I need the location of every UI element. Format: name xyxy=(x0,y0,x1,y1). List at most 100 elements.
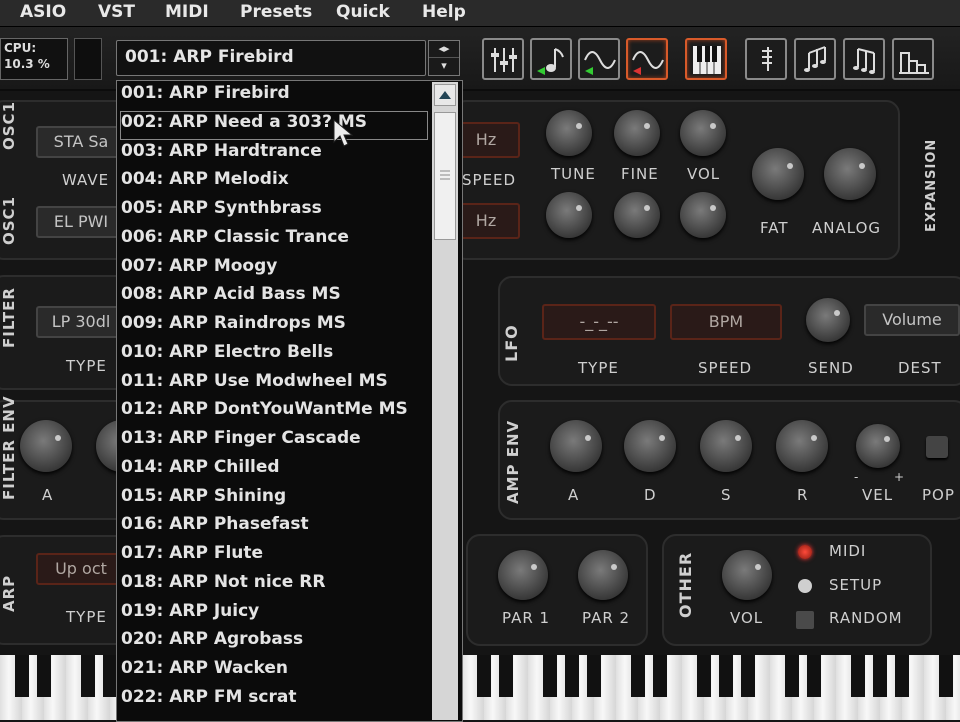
amp-r-knob[interactable] xyxy=(776,420,828,472)
expansion-tag: EXPANSION xyxy=(924,138,939,232)
par2-knob[interactable] xyxy=(578,550,628,600)
amp-d-knob[interactable] xyxy=(624,420,676,472)
filter-env-a-knob[interactable] xyxy=(20,420,72,472)
keyboard-button[interactable] xyxy=(685,38,727,80)
black-key[interactable] xyxy=(81,655,95,697)
preset-list-item[interactable]: 020: ARP Agrobass xyxy=(121,629,427,656)
fat-knob[interactable] xyxy=(752,148,804,200)
arp-pattern-3-button[interactable] xyxy=(843,38,885,80)
black-key[interactable] xyxy=(873,655,887,697)
preset-list-item[interactable]: 004: ARP Melodix xyxy=(121,169,427,196)
mixer-button[interactable] xyxy=(482,38,524,80)
setup-button[interactable]: SETUP xyxy=(829,576,882,594)
preset-list-item[interactable]: 003: ARP Hardtrance xyxy=(121,141,427,168)
analog-knob[interactable] xyxy=(824,148,876,200)
preset-dropdown-list[interactable]: 001: ARP Firebird 002: ARP Need a 303? MS… xyxy=(116,80,463,722)
preset-list-item[interactable]: 018: ARP Not nice RR xyxy=(121,572,427,599)
black-key[interactable] xyxy=(631,655,645,697)
par1-knob[interactable] xyxy=(498,550,548,600)
lfo-send-knob[interactable] xyxy=(806,298,850,342)
lfo-speed-display[interactable]: BPM xyxy=(670,304,782,340)
osc1-vol-knob[interactable] xyxy=(680,110,726,156)
preset-list-item[interactable]: 021: ARP Wacken xyxy=(121,658,427,685)
black-key[interactable] xyxy=(477,655,491,697)
preset-list-item[interactable]: 006: ARP Classic Trance xyxy=(121,227,427,254)
preset-list-item[interactable]: 022: ARP FM scrat xyxy=(121,687,427,714)
black-key[interactable] xyxy=(499,655,513,697)
osc1-wave-display[interactable]: STA Sa xyxy=(36,126,126,158)
osc2-wave-display[interactable]: EL PWI xyxy=(36,206,126,238)
black-key[interactable] xyxy=(697,655,711,697)
scroll-thumb[interactable] xyxy=(434,112,456,240)
black-key[interactable] xyxy=(719,655,733,697)
preset-list-item[interactable]: 016: ARP Phasefast xyxy=(121,514,427,541)
menu-help[interactable]: Help xyxy=(422,2,466,22)
preset-next-button[interactable]: ▾ xyxy=(429,58,459,74)
osc2-vol-knob[interactable] xyxy=(680,192,726,238)
notes-3-icon xyxy=(853,48,875,74)
preset-list-item[interactable]: 015: ARP Shining xyxy=(121,486,427,513)
black-key[interactable] xyxy=(741,655,755,697)
preset-list-item[interactable]: 002: ARP Need a 303? MS xyxy=(120,111,428,140)
menu-quick[interactable]: Quick xyxy=(336,2,390,22)
black-key[interactable] xyxy=(543,655,557,697)
preset-list-item[interactable]: 001: ARP Firebird xyxy=(121,83,427,110)
preset-list-item[interactable]: 008: ARP Acid Bass MS xyxy=(121,284,427,311)
osc1-tune-knob[interactable] xyxy=(546,110,592,156)
arp-type-label: TYPE xyxy=(66,608,107,626)
sine-wave-red-button[interactable] xyxy=(626,38,668,80)
menu-presets[interactable]: Presets xyxy=(240,2,312,22)
random-button[interactable]: RANDOM xyxy=(829,609,903,627)
amp-a-knob[interactable] xyxy=(550,420,602,472)
preset-list-item[interactable]: 010: ARP Electro Bells xyxy=(121,342,427,369)
amp-vel-knob[interactable] xyxy=(856,424,900,468)
osc1-fine-knob[interactable] xyxy=(614,110,660,156)
menu-vst[interactable]: VST xyxy=(98,2,135,22)
scroll-up-button[interactable] xyxy=(434,84,456,106)
preset-list-item[interactable]: 011: ARP Use Modwheel MS xyxy=(121,371,427,398)
arp-type-display[interactable]: Up oct xyxy=(36,553,126,585)
midi-button[interactable]: MIDI xyxy=(829,542,866,560)
arp-pattern-1-button[interactable] xyxy=(745,38,787,80)
other-vol-knob[interactable] xyxy=(722,550,772,600)
filter-type-display[interactable]: LP 30dl xyxy=(36,306,126,338)
amp-a-label: A xyxy=(568,486,580,504)
preset-list-item[interactable]: 013: ARP Finger Cascade xyxy=(121,428,427,455)
arp-pattern-2-button[interactable] xyxy=(794,38,836,80)
preset-spinner[interactable]: ◂▸ ▾ xyxy=(428,40,460,76)
note-button[interactable] xyxy=(530,38,572,80)
osc2-tune-knob[interactable] xyxy=(546,192,592,238)
black-key[interactable] xyxy=(851,655,865,697)
black-key[interactable] xyxy=(103,655,117,697)
arp-pattern-4-button[interactable] xyxy=(892,38,934,80)
lfo-dest-display[interactable]: Volume xyxy=(864,304,960,336)
black-key[interactable] xyxy=(587,655,601,697)
preset-current: 001: ARP Firebird xyxy=(125,47,294,67)
preset-list-item[interactable]: 009: ARP Raindrops MS xyxy=(121,313,427,340)
sine-wave-button[interactable] xyxy=(578,38,620,80)
random-button-box[interactable] xyxy=(796,611,814,629)
black-key[interactable] xyxy=(15,655,29,697)
black-key[interactable] xyxy=(37,655,51,697)
black-key[interactable] xyxy=(785,655,799,697)
arp-panel xyxy=(0,535,130,645)
preset-list-item[interactable]: 007: ARP Moogy xyxy=(121,256,427,283)
preset-list-item[interactable]: 017: ARP Flute xyxy=(121,543,427,570)
preset-selector[interactable]: 001: ARP Firebird xyxy=(116,40,426,76)
black-key[interactable] xyxy=(807,655,821,697)
black-key[interactable] xyxy=(565,655,579,697)
lfo-type-display[interactable]: -_-_-- xyxy=(542,304,656,340)
preset-list-item[interactable]: 014: ARP Chilled xyxy=(121,457,427,484)
preset-list-item[interactable]: 019: ARP Juicy xyxy=(121,601,427,628)
amp-s-knob[interactable] xyxy=(700,420,752,472)
menu-asio[interactable]: ASIO xyxy=(20,2,66,22)
menu-midi[interactable]: MIDI xyxy=(165,2,209,22)
osc2-fine-knob[interactable] xyxy=(614,192,660,238)
preset-prev-button[interactable]: ◂▸ xyxy=(429,41,459,58)
preset-list-item[interactable]: 005: ARP Synthbrass xyxy=(121,198,427,225)
pop-button[interactable] xyxy=(926,436,948,458)
black-key[interactable] xyxy=(939,655,953,697)
black-key[interactable] xyxy=(895,655,909,697)
black-key[interactable] xyxy=(653,655,667,697)
preset-list-item[interactable]: 012: ARP DontYouWantMe MS xyxy=(121,399,427,426)
